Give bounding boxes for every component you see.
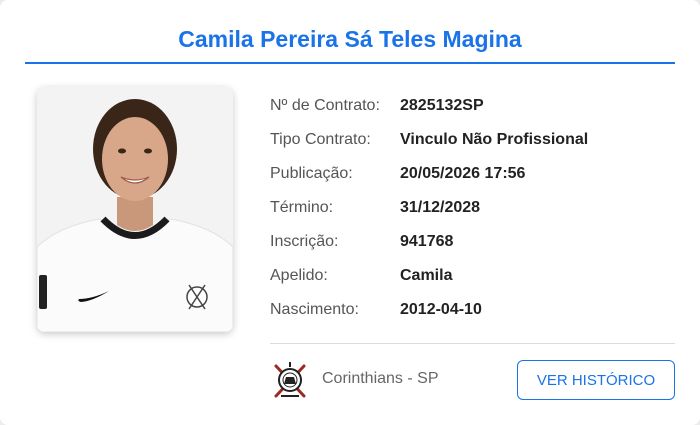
detail-value: 2825132SP [400, 97, 484, 114]
detail-value: 941768 [400, 233, 454, 250]
detail-label: Inscrição: [270, 233, 339, 250]
detail-label: Publicação: [270, 165, 353, 182]
corinthians-crest-icon [272, 360, 308, 400]
detail-value: Camila [400, 267, 453, 284]
detail-row-contract-type: Tipo Contrato: Vinculo Não Profissional [270, 124, 675, 158]
detail-value: 20/05/2026 17:56 [400, 165, 526, 182]
athlete-name-title: Camila Pereira Sá Teles Magina [25, 0, 675, 64]
detail-value: 2012-04-10 [400, 301, 482, 318]
detail-row-registration: Inscrição: 941768 [270, 226, 675, 260]
detail-label: Apelido: [270, 267, 328, 284]
detail-label: Nº de Contrato: [270, 97, 380, 114]
detail-row-nickname: Apelido: Camila [270, 260, 675, 294]
club-name: Corinthians - SP [322, 370, 439, 387]
detail-row-publication: Publicação: 20/05/2026 17:56 [270, 158, 675, 192]
detail-label: Nascimento: [270, 301, 359, 318]
athlete-photo [37, 87, 233, 332]
detail-row-birth-date: Nascimento: 2012-04-10 [270, 294, 675, 328]
detail-value: Vinculo Não Profissional [400, 131, 589, 148]
detail-label: Tipo Contrato: [270, 131, 371, 148]
detail-row-contract-number: Nº de Contrato: 2825132SP [270, 90, 675, 124]
footer-divider [270, 343, 675, 344]
detail-row-end-date: Término: 31/12/2028 [270, 192, 675, 226]
contract-card: Camila Pereira Sá Teles Magina Nº de Con… [0, 0, 700, 425]
contract-details: Nº de Contrato: 2825132SP Tipo Contrato:… [270, 90, 675, 328]
detail-value: 31/12/2028 [400, 199, 481, 216]
detail-label: Término: [270, 199, 334, 216]
view-history-button[interactable]: VER HISTÓRICO [517, 360, 675, 400]
